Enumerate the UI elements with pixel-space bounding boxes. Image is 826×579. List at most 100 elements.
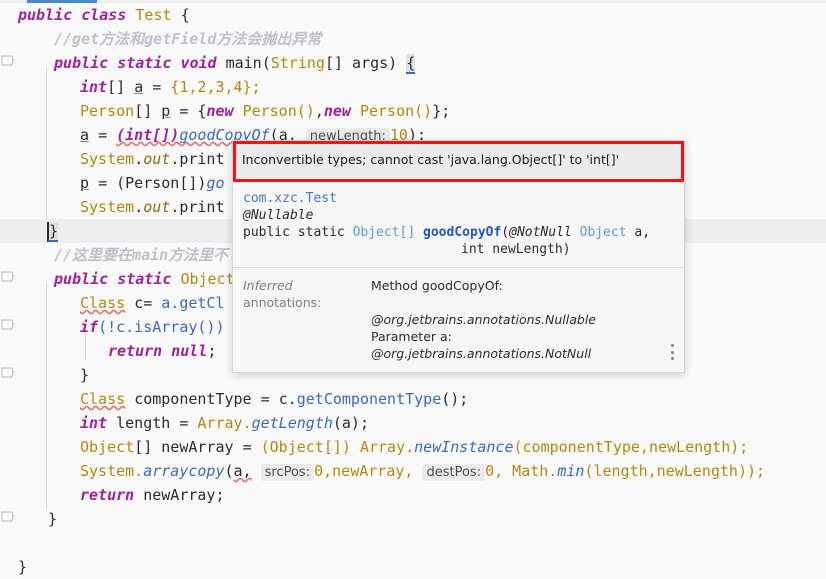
receiver-math: Math. [512, 462, 558, 480]
variable-p: p [80, 174, 90, 192]
inferred-label: Inferred annotations: [243, 277, 371, 311]
argument-value: 0, [485, 462, 504, 480]
brackets: [] [134, 438, 153, 456]
documentation-popup[interactable]: Inconvertible types; cannot cast 'java.l… [232, 140, 685, 373]
inferred-row: @org.jetbrains.annotations.Nullable [243, 311, 674, 328]
code-line[interactable]: } [0, 555, 826, 579]
inferred-label-rest: annotations: [243, 295, 322, 310]
inferred-label-italic: Inferred [243, 278, 293, 293]
brace: } [18, 558, 28, 576]
operator: = [260, 390, 270, 408]
constructor-call: Person() [359, 102, 433, 120]
signature-second-param: int newLength) [461, 242, 571, 257]
code-line[interactable]: Class componentType = c.getComponentType… [0, 387, 826, 411]
paren: ( [224, 462, 234, 480]
package-class-path: com.xzc.Test [243, 191, 337, 206]
object-system: System [80, 150, 135, 168]
parameter-hint-srcpos: srcPos: [260, 464, 315, 481]
cast-expression: (Object[]) [260, 438, 351, 456]
variable-componenttype: componentType [134, 390, 252, 408]
operator: = [179, 102, 189, 120]
code-line[interactable]: } [0, 507, 826, 531]
brace: } [48, 510, 58, 528]
field-out: out [143, 150, 171, 168]
paren: ) [388, 54, 398, 72]
type-object: Object [80, 438, 135, 456]
operator: = [242, 438, 252, 456]
if-condition: (!c.isArray()) [98, 318, 225, 336]
variable-c: c [134, 294, 144, 312]
cast-expression: (Person[]) [116, 174, 207, 192]
inferred-row-text: @org.jetbrains.annotations.NotNull [371, 346, 592, 361]
comment: //get方法和getField方法会抛出异常 [54, 30, 322, 48]
method-min: min [557, 462, 585, 480]
code-line[interactable]: return newArray; [0, 483, 826, 507]
object-system: System. [80, 462, 144, 480]
code-line[interactable]: public static void main(String[] args) { [0, 51, 826, 75]
inferred-annotations-block: Inferred annotations: Method goodCopyOf:… [233, 268, 684, 372]
method-arraycopy: arraycopy [143, 462, 225, 480]
argument-a: a, [233, 462, 252, 480]
signature-method-name: goodCopyOf [415, 225, 502, 240]
variable-newarray: newArray [143, 486, 216, 504]
object-system: System [80, 198, 135, 216]
keyword-public: public [54, 54, 109, 72]
operator: = [152, 78, 162, 96]
signature-block: com.xzc.Test @Nullable public static Obj… [233, 182, 684, 268]
operator: = [98, 174, 108, 192]
type-person: Person [80, 102, 135, 120]
args: (length,newLength)); [584, 462, 766, 480]
keyword-class: class [81, 6, 127, 24]
receiver: c. [278, 390, 297, 408]
receiver-array: Array. [359, 438, 415, 456]
parameter-hint-destpos: destPos: [422, 464, 486, 481]
param-name-a: a, [626, 225, 651, 240]
paren: ( [501, 225, 510, 240]
array-initializer: {1,2,3,4}; [170, 78, 261, 96]
cast-expression: (int[]) [116, 126, 180, 144]
code-line[interactable]: int length = Array.getLength(a); [0, 411, 826, 435]
code-line[interactable]: System.arraycopy(a, srcPos: 0,newArray, d… [0, 459, 826, 483]
semicolon: ; [207, 342, 217, 360]
keyword-return: return [108, 342, 163, 360]
operator: = [143, 294, 153, 312]
comma: , [314, 102, 324, 120]
code-line[interactable]: int[] a = {1,2,3,4}; [0, 75, 826, 99]
keyword-public: public [54, 270, 109, 288]
variable-newarray: newArray [161, 438, 234, 456]
kebab-menu-icon[interactable] [671, 344, 675, 360]
keyword-new: new [206, 102, 234, 120]
method-print: print [179, 198, 225, 216]
closing-brace-with-caret: } [47, 222, 59, 242]
variable-p: p [161, 102, 171, 120]
keyword-static: static [117, 54, 172, 72]
constructor-call: Person() [242, 102, 315, 120]
semicolon: ; [215, 486, 225, 504]
keyword-static: static [117, 270, 172, 288]
code-line[interactable]: public class Test { [0, 3, 826, 27]
code-line[interactable]: Object[] newArray = (Object[]) Array.new… [0, 435, 826, 459]
error-message-text: Inconvertible types; cannot cast 'java.l… [242, 152, 620, 167]
comment: //这里要在main方法里不 [54, 246, 229, 264]
keyword-return: return [80, 486, 135, 504]
keyword-new: new [323, 102, 351, 120]
keyword-null: null [171, 342, 208, 360]
type-int: int [80, 78, 108, 96]
keyword-public: public [18, 6, 73, 24]
code-line[interactable]: Person[] p = {new Person(),new Person()}… [0, 99, 826, 123]
variable-a: a [134, 78, 144, 96]
type-int: int [80, 414, 108, 432]
annotation-notnull: @NotNull [509, 225, 580, 240]
code-line[interactable]: //get方法和getField方法会抛出异常 [0, 27, 826, 51]
expression: a.getCl [161, 294, 225, 312]
method-getcomponenttype: getComponentType [296, 390, 442, 408]
inferred-row: @org.jetbrains.annotations.NotNull [243, 345, 674, 362]
matching-brace-highlight: { [406, 54, 416, 74]
parens: (); [441, 390, 469, 408]
inferred-row: Inferred annotations: Method goodCopyOf: [243, 277, 674, 311]
keyword-void: void [180, 54, 217, 72]
code-editor[interactable]: public class Test { //get方法和getField方法会抛… [0, 0, 826, 576]
